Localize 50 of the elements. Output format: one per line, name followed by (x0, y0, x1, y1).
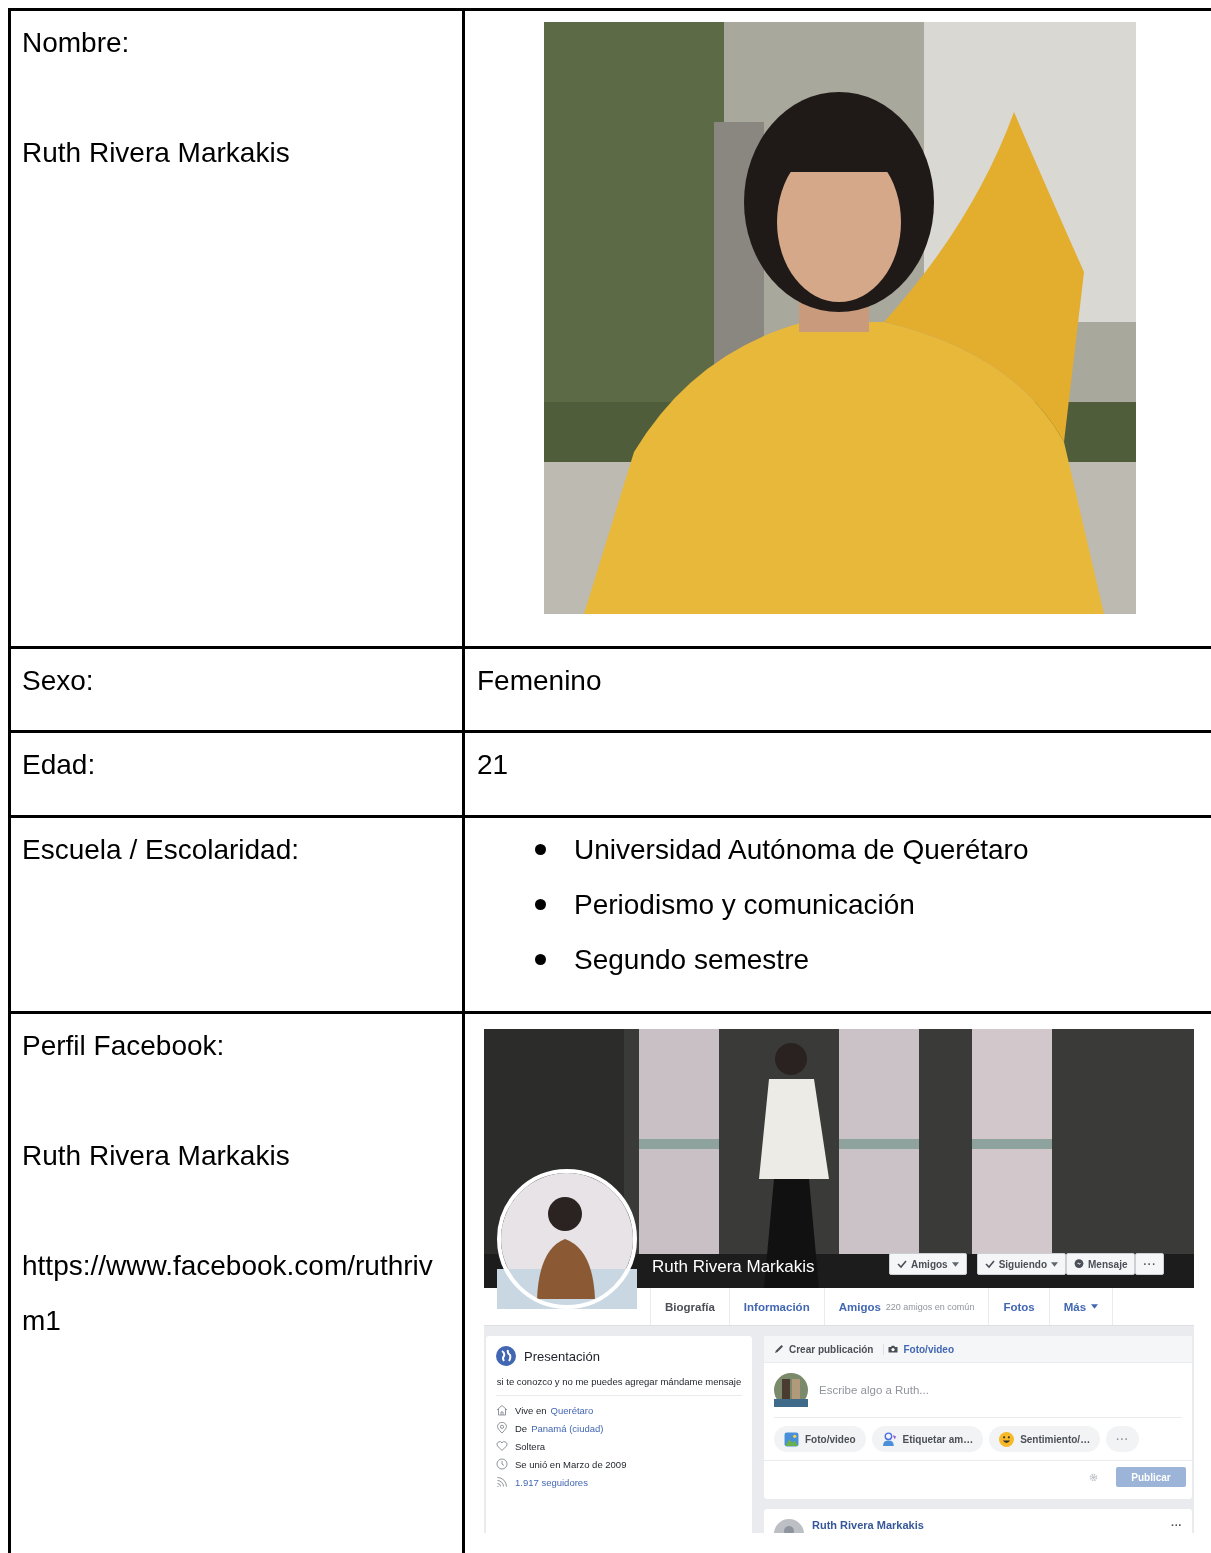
list-item: Segundo semestre (574, 943, 810, 977)
rss-icon (496, 1476, 508, 1488)
composer-tab[interactable]: Foto/video (884, 1343, 965, 1355)
field-label: Escuela / Escolaridad: (22, 833, 301, 867)
field-label: https://www.facebook.com/ruthrivm1 (22, 1249, 434, 1338)
camera-icon (888, 1344, 899, 1354)
detail-text: Vive en (515, 1404, 547, 1416)
field-label: Ruth Rivera Markakis (22, 136, 291, 170)
clock-icon (496, 1458, 508, 1470)
pencil-icon (774, 1344, 784, 1354)
mutual-friends-count: 220 amigos en común (885, 1301, 975, 1312)
profile-tab[interactable]: Fotos (989, 1288, 1050, 1325)
field-label: Sexo: (22, 664, 95, 698)
settings-icon[interactable] (1089, 1472, 1098, 1482)
bullet-icon (535, 954, 546, 965)
field-label: Perfil Facebook: (22, 1029, 226, 1063)
composer-action-button[interactable]: Sentimiento/… (989, 1426, 1101, 1452)
profile-tab[interactable]: Biografía (650, 1288, 730, 1325)
detail-link[interactable]: Querétaro (550, 1404, 594, 1416)
composer-action-button[interactable]: Etiquetar am… (871, 1426, 984, 1452)
location-pin-icon (496, 1422, 508, 1434)
person-icon (881, 1431, 897, 1447)
card-title: Presentación (524, 1348, 600, 1364)
house-icon (496, 1404, 508, 1416)
detail-text: De (515, 1422, 528, 1434)
more-button[interactable]: ··· (1171, 1519, 1182, 1531)
field-label: Edad: (22, 748, 97, 782)
bullet-icon (535, 844, 546, 855)
heart-icon (496, 1440, 508, 1452)
detail-text: Se unió en Marzo de 2009 (515, 1458, 627, 1470)
caret-icon (1091, 1304, 1099, 1309)
image-icon (784, 1431, 799, 1447)
detail-link[interactable]: Panamá (ciudad) (531, 1422, 604, 1434)
post-author[interactable]: Ruth Rivera Markakis (812, 1519, 1163, 1531)
list-item: Universidad Autónoma de Querétaro (574, 833, 1029, 867)
detail-text: Soltera (515, 1440, 546, 1452)
field-value: Femenino (477, 664, 603, 698)
detail-link[interactable]: 1.917 seguidores (515, 1476, 588, 1488)
composer-action-button[interactable]: Foto/video (774, 1426, 866, 1452)
smiley-icon (999, 1431, 1015, 1447)
bullet-icon (535, 899, 546, 910)
field-label: Nombre: (22, 26, 131, 60)
list-item: Periodismo y comunicación (574, 888, 915, 922)
field-label: Ruth Rivera Markakis (22, 1139, 291, 1173)
bio-text: si te conozco y no me puedes agregar mándame mensaje (496, 1376, 742, 1396)
profile-tab[interactable]: Información (729, 1288, 825, 1325)
composer-tab[interactable]: Crear publicación (770, 1343, 885, 1355)
profile-tab[interactable]: Amigos 220 amigos en común (824, 1288, 990, 1325)
profile-tab[interactable]: Más (1049, 1288, 1114, 1325)
field-value: 21 (477, 748, 510, 782)
